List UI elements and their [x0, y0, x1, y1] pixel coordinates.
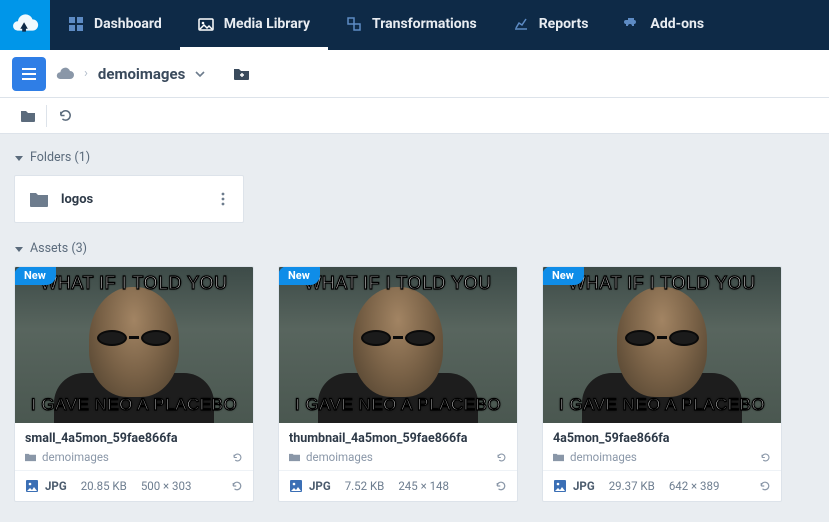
chevron-down-icon — [195, 69, 205, 79]
refresh-icon — [58, 108, 73, 123]
section-label: Folders (1) — [30, 150, 90, 165]
sidebar-toggle-button[interactable] — [12, 57, 46, 91]
asset-size: 29.37 KB — [609, 479, 655, 493]
nav-label: Media Library — [224, 16, 310, 32]
breadcrumb-bar: › demoimages — [0, 50, 829, 98]
nav-reports[interactable]: Reports — [495, 0, 607, 50]
nav-label: Reports — [539, 16, 589, 32]
folder-card[interactable]: logos — [14, 175, 244, 223]
nav-label: Add-ons — [650, 16, 704, 32]
asset-folder: demoimages — [42, 450, 109, 464]
new-badge: New — [14, 266, 56, 285]
folder-icon — [29, 191, 49, 208]
asset-folder: demoimages — [306, 450, 373, 464]
image-icon — [553, 479, 567, 493]
nav-transformations[interactable]: Transformations — [328, 0, 495, 50]
asset-thumbnail: WHAT IF I TOLD YOU I GAVE NEO A PLACEBO — [15, 267, 253, 423]
asset-thumbnail: WHAT IF I TOLD YOU I GAVE NEO A PLACEBO — [279, 267, 517, 423]
asset-refresh-button[interactable] — [232, 452, 243, 463]
breadcrumb-separator: › — [84, 66, 88, 81]
asset-refresh-button[interactable] — [496, 452, 507, 463]
addons-icon — [624, 16, 640, 32]
folder-icon — [553, 452, 564, 463]
reports-icon — [513, 16, 529, 32]
cloud-icon — [56, 67, 74, 81]
nav-media-library[interactable]: Media Library — [180, 0, 328, 50]
new-badge: New — [542, 266, 584, 285]
asset-size: 7.52 KB — [345, 479, 385, 493]
asset-title: 4a5mon_59fae866fa — [553, 431, 771, 446]
asset-dimensions: 500 × 303 — [141, 479, 192, 493]
section-label: Assets (3) — [30, 241, 87, 256]
meme-bottom-text: I GAVE NEO A PLACEBO — [279, 395, 517, 415]
content-area: Folders (1) logos Assets (3) New WHAT IF… — [0, 134, 829, 512]
asset-sync-button[interactable] — [231, 480, 243, 492]
asset-card[interactable]: New WHAT IF I TOLD YOU I GAVE NEO A PLAC… — [542, 266, 782, 502]
refresh-icon — [496, 452, 507, 463]
asset-refresh-button[interactable] — [760, 452, 771, 463]
asset-format: JPG — [573, 479, 595, 493]
asset-sync-button[interactable] — [759, 480, 771, 492]
folder-more-button[interactable] — [211, 187, 235, 211]
folder-icon — [289, 452, 300, 463]
breadcrumb-root[interactable] — [56, 67, 74, 81]
refresh-icon — [231, 480, 243, 492]
asset-size: 20.85 KB — [81, 479, 127, 493]
refresh-icon — [760, 452, 771, 463]
breadcrumb-dropdown[interactable] — [195, 69, 205, 79]
toolbar — [0, 98, 829, 134]
assets-grid: New WHAT IF I TOLD YOU I GAVE NEO A PLAC… — [14, 266, 815, 502]
asset-title: thumbnail_4a5mon_59fae866fa — [289, 431, 507, 446]
meme-bottom-text: I GAVE NEO A PLACEBO — [543, 395, 781, 415]
media-icon — [198, 16, 214, 32]
assets-section-header[interactable]: Assets (3) — [14, 241, 815, 256]
top-nav: Dashboard Media Library Transformations … — [0, 0, 829, 50]
view-toggle-button[interactable] — [10, 98, 46, 134]
more-vertical-icon — [221, 192, 225, 206]
new-badge: New — [278, 266, 320, 285]
folder-plus-icon — [233, 66, 251, 82]
image-icon — [25, 479, 39, 493]
refresh-icon — [495, 480, 507, 492]
breadcrumb-current[interactable]: demoimages — [98, 65, 185, 83]
caret-down-icon — [14, 153, 24, 163]
asset-sync-button[interactable] — [495, 480, 507, 492]
caret-down-icon — [14, 244, 24, 254]
asset-dimensions: 642 × 389 — [669, 479, 720, 493]
asset-format: JPG — [309, 479, 331, 493]
meme-bottom-text: I GAVE NEO A PLACEBO — [15, 395, 253, 415]
transformations-icon — [346, 16, 362, 32]
nav-label: Transformations — [372, 16, 477, 32]
cloud-icon — [10, 13, 40, 37]
asset-title: small_4a5mon_59fae866fa — [25, 431, 243, 446]
refresh-button[interactable] — [47, 98, 83, 134]
folder-icon — [20, 109, 36, 123]
nav-addons[interactable]: Add-ons — [606, 0, 722, 50]
asset-folder: demoimages — [570, 450, 637, 464]
new-folder-button[interactable] — [231, 63, 253, 85]
hamburger-icon — [21, 67, 37, 81]
folders-section-header[interactable]: Folders (1) — [14, 150, 815, 165]
asset-format: JPG — [45, 479, 67, 493]
folder-icon — [25, 452, 36, 463]
folder-name: logos — [61, 192, 199, 207]
image-icon — [289, 479, 303, 493]
brand-logo[interactable] — [0, 0, 50, 50]
asset-card[interactable]: New WHAT IF I TOLD YOU I GAVE NEO A PLAC… — [278, 266, 518, 502]
nav-label: Dashboard — [94, 16, 162, 32]
refresh-icon — [232, 452, 243, 463]
dashboard-icon — [68, 16, 84, 32]
refresh-icon — [759, 480, 771, 492]
asset-dimensions: 245 × 148 — [398, 479, 449, 493]
asset-thumbnail: WHAT IF I TOLD YOU I GAVE NEO A PLACEBO — [543, 267, 781, 423]
asset-card[interactable]: New WHAT IF I TOLD YOU I GAVE NEO A PLAC… — [14, 266, 254, 502]
nav-dashboard[interactable]: Dashboard — [50, 0, 180, 50]
